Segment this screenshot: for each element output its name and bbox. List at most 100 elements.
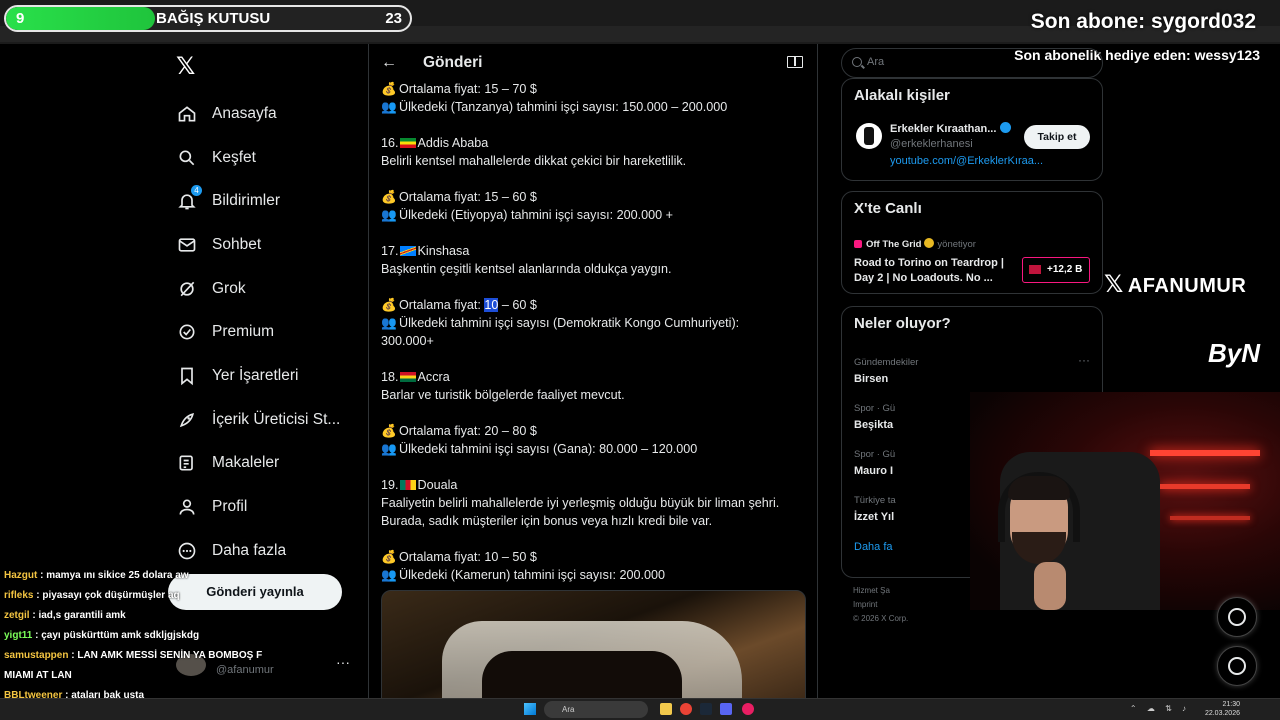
chat-text: : LAN AMK MESSİ SENİN YA BOMBOŞ F: [68, 650, 263, 661]
trend-name[interactable]: Beşikta: [854, 419, 893, 431]
related-link[interactable]: youtube.com/@ErkeklerKıraa...: [890, 155, 1043, 167]
chat-message: Hazgut : mamya ını sikice 25 dolara aw: [0, 566, 300, 586]
money-bag-icon: 💰: [381, 550, 397, 564]
cam-hand: [1034, 562, 1066, 610]
cam-light: [1160, 484, 1250, 489]
sidebar-item-label: Bildirimler: [212, 192, 281, 210]
sidebar-item-8[interactable]: İçerik Üreticisi St...: [176, 398, 366, 442]
last-subscriber: Son abone: sygord032: [1030, 10, 1256, 33]
related-handle: @erkeklerhanesi: [890, 138, 973, 150]
post-line: 💰 Ortalama fiyat: 10 – 60 $: [381, 296, 806, 314]
more-dots-icon[interactable]: ···: [1078, 353, 1090, 367]
sidebar-item-label: Yer İşaretleri: [212, 366, 299, 384]
cam-hair: [1008, 476, 1070, 500]
post-text-span: Faaliyetin belirli mahallelerde iyi yerl…: [381, 496, 780, 510]
post-line: 16. Addis Ababa: [381, 134, 806, 152]
related-title: Alakalı kişiler: [854, 87, 950, 104]
text-selection[interactable]: 10: [484, 298, 499, 312]
live-host[interactable]: Off The Grid yönetiyor: [854, 238, 976, 250]
sidebar-item-label: Premium: [212, 323, 275, 341]
sidebar-item-6[interactable]: Premium: [176, 310, 366, 354]
trend-name[interactable]: Mauro I: [854, 465, 893, 477]
app-icon[interactable]: [742, 703, 754, 715]
donation-progress-bar: 9 BAĞIŞ KUTUSU 23: [4, 5, 412, 32]
post-text-span: Ortalama fiyat: 20 – 80 $: [399, 424, 537, 438]
post-text-span: Ortalama fiyat: 10 – 50 $: [399, 550, 537, 564]
sidebar-item-5[interactable]: Grok: [176, 267, 366, 311]
post-line: 👥 Ülkedeki (Tanzanya) tahmini işçi sayısı…: [381, 98, 806, 116]
chat-username: rifleks: [4, 590, 34, 601]
sidebar-item-label: Makaleler: [212, 454, 280, 472]
page-title: Gönderi: [423, 54, 483, 71]
sidebar-item-label: Daha fazla: [212, 541, 287, 559]
sidebar-item-10[interactable]: Profil: [176, 485, 366, 529]
follow-button[interactable]: Takip et: [1024, 125, 1090, 149]
post-line: 💰 Ortalama fiyat: 15 – 60 $: [381, 188, 806, 206]
post-line: 💰 Ortalama fiyat: 15 – 70 $: [381, 80, 806, 98]
windows-start-icon[interactable]: [524, 703, 536, 715]
chat-text: : mamya ını sikice 25 dolara aw: [37, 570, 189, 581]
article-icon: [176, 452, 198, 474]
trend-category: Spor · Gü: [854, 449, 896, 460]
live-stream-title[interactable]: Road to Torino on Teardrop | Day 2 | No …: [854, 256, 1014, 286]
post-line: Barlar ve turistik bölgelerde faaliyet m…: [381, 386, 806, 404]
trend-category: Türkiye ta: [854, 495, 896, 506]
footer-link[interactable]: Hizmet Şa: [853, 584, 908, 598]
webcam-feed: [970, 392, 1280, 610]
folder-icon[interactable]: [660, 703, 672, 715]
live-listener-count[interactable]: +12,2 B: [1022, 257, 1090, 283]
steam-icon[interactable]: [700, 703, 712, 715]
sidebar-item-7[interactable]: Yer İşaretleri: [176, 354, 366, 398]
post-line: 💰 Ortalama fiyat: 20 – 80 $: [381, 422, 806, 440]
sidebar-item-label: İçerik Üreticisi St...: [212, 410, 341, 428]
post-line: 19. Douala: [381, 476, 806, 494]
post-line: 👥 Ülkedeki (Etiyopya) tahmini işçi sayısı…: [381, 206, 806, 224]
donation-count: 23: [385, 10, 402, 27]
list-number: 19.: [381, 478, 399, 492]
money-bag-icon: 💰: [381, 190, 397, 204]
chat-username: zetgil: [4, 610, 30, 621]
chrome-icon[interactable]: [680, 703, 692, 715]
messages-float-button[interactable]: [1217, 646, 1257, 686]
more-dots-icon[interactable]: ···: [336, 654, 350, 670]
show-more-link[interactable]: Daha fa: [854, 541, 893, 553]
clock[interactable]: 21:30 22.03.2026: [1205, 700, 1240, 718]
post-text-span: Ülkedeki (Etiyopya) tahmini işçi sayısı:…: [399, 208, 674, 222]
cam-light: [1170, 516, 1250, 520]
trend-name[interactable]: Birsen: [854, 373, 888, 385]
sidebar-item-9[interactable]: Makaleler: [176, 442, 366, 486]
donation-level: 9: [16, 10, 25, 27]
post-header: ← Gönderi: [369, 44, 817, 82]
verified-badge-icon: [1000, 122, 1012, 133]
system-tray[interactable]: ⌃ ☁ ⇅ ♪: [1130, 704, 1190, 713]
post-text-span: Ülkedeki (Tanzanya) tahmini işçi sayısı:…: [399, 100, 728, 114]
related-name[interactable]: Erkekler Kıraathan...: [890, 122, 1012, 135]
footer-link[interactable]: Imprint: [853, 598, 908, 612]
sidebar-item-1[interactable]: Anasayfa: [176, 92, 366, 136]
sidebar-item-4[interactable]: Sohbet: [176, 223, 366, 267]
trend-name[interactable]: İzzet Yıl: [854, 511, 894, 523]
sidebar-item-3[interactable]: 4 Bildirimler: [176, 179, 366, 223]
post-line: Başkentin çeşitli kentsel alanlarında ol…: [381, 260, 806, 278]
sidebar-item-2[interactable]: Keşfet: [176, 136, 366, 180]
post-line: 💰 Ortalama fiyat: 10 – 50 $: [381, 548, 806, 566]
search-input[interactable]: Ara: [841, 48, 1103, 78]
avatar[interactable]: [856, 123, 882, 149]
discord-icon[interactable]: [720, 703, 732, 715]
footer-links: Hizmet Şa Imprint © 2026 X Corp.: [853, 584, 908, 626]
main-column: ← Gönderi 💰 Ortalama fiyat: 15 – 70 $ 👥 Ülk…: [368, 44, 818, 720]
people-icon: 👥: [381, 442, 397, 456]
grok-float-button[interactable]: [1217, 597, 1257, 637]
grok-icon: [1228, 608, 1246, 626]
ethiopia-flag-icon: [399, 138, 416, 148]
taskbar-search[interactable]: Ara: [544, 701, 648, 718]
notification-badge: 4: [191, 185, 202, 197]
x-logo-icon[interactable]: 𝕏: [176, 52, 195, 81]
search-icon: [852, 57, 862, 67]
post-text-span: 300.000+: [381, 334, 434, 348]
post-text-span: Ülkedeki (Kamerun) tahmini işçi sayısı: …: [399, 568, 665, 582]
back-arrow-icon[interactable]: ←: [381, 54, 397, 72]
reader-mode-icon[interactable]: [787, 56, 803, 68]
